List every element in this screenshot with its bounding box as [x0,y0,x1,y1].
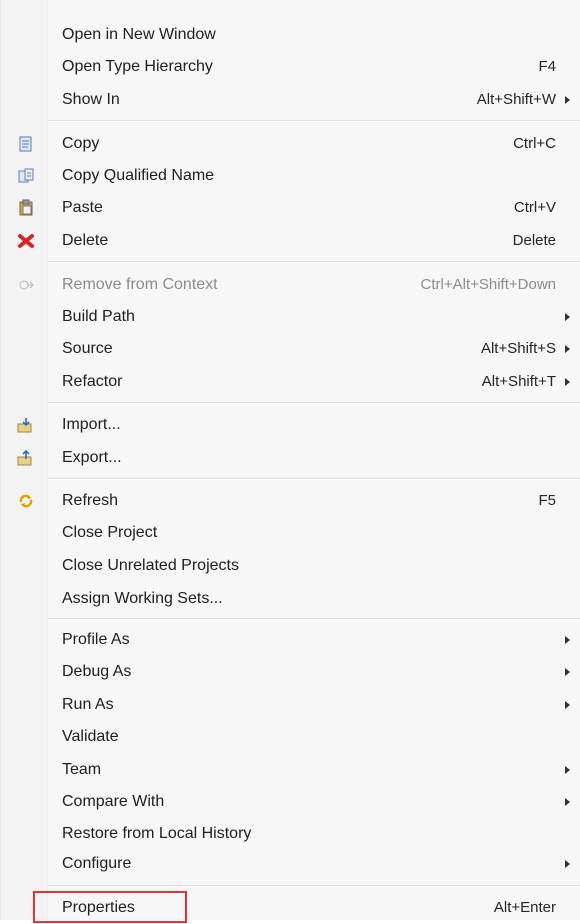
export-icon [17,449,35,467]
properties-highlight-box [33,891,187,923]
menu-item-label: Refactor [62,373,123,390]
menu-item-label: Source [62,340,113,357]
copy-icon [17,135,35,153]
menu-item-team[interactable]: Team [1,754,580,786]
menu-item-close-project[interactable]: Close Project [1,517,580,549]
menu-item-copy-qualified-name[interactable]: Copy Qualified Name [1,160,580,192]
menu-item-shortcut: F4 [538,58,556,75]
menu-item-assign-working-sets[interactable]: Assign Working Sets... [1,583,580,615]
menu-separator [47,478,580,480]
menu-item-label: Debug As [62,663,132,680]
menu-item-shortcut: Ctrl+Alt+Shift+Down [420,276,556,293]
menu-item-copy[interactable]: Copy Ctrl+C [1,128,580,160]
menu-item-profile-as[interactable]: Profile As [1,624,580,656]
menu-item-label: Copy [62,135,100,152]
menu-separator [47,402,580,404]
menu-item-remove-from-context[interactable]: Remove from Context Ctrl+Alt+Shift+Down [1,269,580,301]
menu-separator [47,618,580,620]
menu-item-open-in-new-window[interactable]: Open in New Window [1,19,580,51]
menu-item-shortcut: Alt+Enter [493,899,556,916]
menu-item-shortcut: Alt+Shift+W [476,91,556,108]
menu-item-source[interactable]: Source Alt+Shift+S [1,333,580,365]
menu-item-compare-with[interactable]: Compare With [1,786,580,818]
menu-item-label: Open in New Window [62,26,216,43]
menu-item-label: Open Type Hierarchy [62,58,213,75]
menu-item-refresh[interactable]: Refresh F5 [1,485,580,517]
menu-item-show-in[interactable]: Show In Alt+Shift+W [1,84,580,116]
menu-item-import[interactable]: Import... [1,409,580,441]
import-icon [17,416,35,434]
menu-item-label: Show In [62,91,120,108]
submenu-arrow-icon [565,636,570,644]
menu-item-label: Run As [62,696,114,713]
menu-item-label: Refresh [62,492,119,509]
submenu-arrow-icon [565,701,570,709]
menu-item-label: Import... [62,416,121,433]
submenu-arrow-icon [565,668,570,676]
menu-item-label: Assign Working Sets... [62,590,223,607]
submenu-arrow-icon [565,96,570,104]
menu-item-label: Remove from Context [62,276,218,293]
menu-item-shortcut: Alt+Shift+S [480,340,556,357]
refresh-icon [17,492,35,510]
menu-item-debug-as[interactable]: Debug As [1,656,580,688]
menu-separator [47,261,580,263]
menu-item-run-as[interactable]: Run As [1,689,580,721]
menu-item-paste[interactable]: Paste Ctrl+V [1,192,580,224]
menu-item-label: Copy Qualified Name [62,167,215,184]
remove-from-context-icon [17,276,35,294]
delete-icon [17,232,35,250]
submenu-arrow-icon [565,798,570,806]
menu-item-restore-from-local-history[interactable]: Restore from Local History [1,818,580,850]
submenu-arrow-icon [565,860,570,868]
menu-separator [47,120,580,122]
menu-item-shortcut: Alt+Shift+T [481,373,556,390]
menu-item-label: Build Path [62,308,135,325]
menu-item-shortcut: F5 [538,492,556,509]
menu-item-label: Profile As [62,631,130,648]
menu-item-build-path[interactable]: Build Path [1,301,580,333]
menu-item-label: Compare With [62,793,165,810]
submenu-arrow-icon [565,766,570,774]
menu-item-refactor[interactable]: Refactor Alt+Shift+T [1,366,580,398]
menu-item-close-unrelated-projects[interactable]: Close Unrelated Projects [1,550,580,582]
menu-item-label: Team [62,761,102,778]
context-menu: Open in New Window Open Type Hierarchy F… [0,0,580,923]
menu-item-label: Validate [62,728,119,745]
menu-item-shortcut: Ctrl+C [513,135,556,152]
submenu-arrow-icon [565,345,570,353]
menu-item-label: Close Unrelated Projects [62,557,239,574]
menu-separator [47,885,580,887]
submenu-arrow-icon [565,313,570,321]
paste-icon [17,199,35,217]
menu-item-shortcut: Ctrl+V [513,199,556,216]
menu-item-delete[interactable]: Delete Delete [1,225,580,257]
menu-item-label: Export... [62,449,122,466]
menu-item-label: Delete [62,232,109,249]
menu-item-export[interactable]: Export... [1,442,580,474]
menu-item-open-type-hierarchy[interactable]: Open Type Hierarchy F4 [1,51,580,83]
menu-item-shortcut: Delete [512,232,556,249]
menu-item-configure[interactable]: Configure [1,848,580,880]
menu-item-validate[interactable]: Validate [1,721,580,753]
copy-qualified-name-icon [17,167,35,185]
submenu-arrow-icon [565,378,570,386]
menu-item-label: Paste [62,199,103,216]
menu-item-label: Configure [62,855,132,872]
menu-item-label: Restore from Local History [62,825,252,842]
menu-item-label: Close Project [62,524,158,541]
